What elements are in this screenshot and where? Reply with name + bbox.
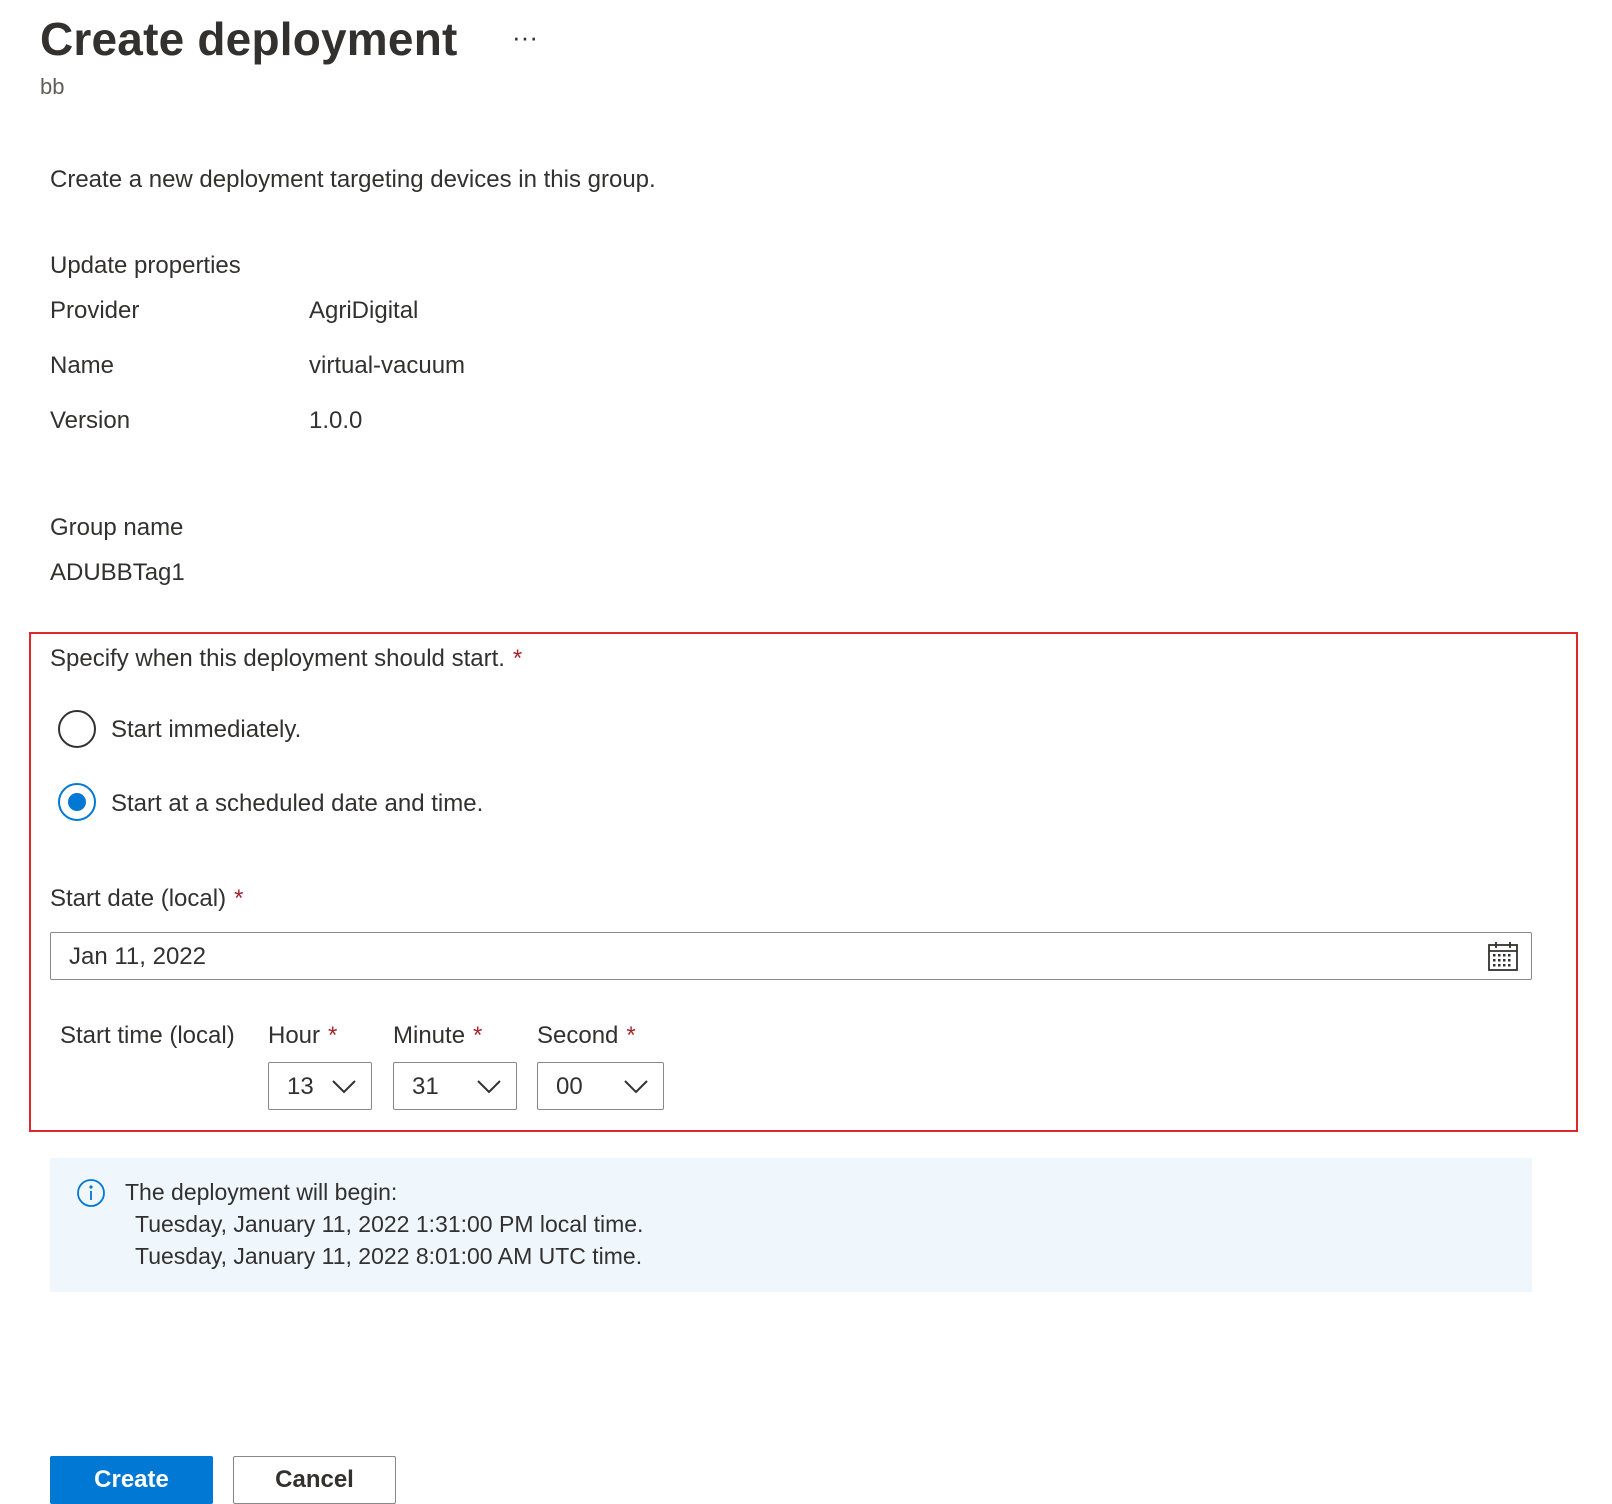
hour-field-label: Hour *	[268, 1022, 337, 1050]
start-date-input[interactable]: Jan 11, 2022	[50, 932, 1532, 980]
more-options-button[interactable]: ···	[512, 22, 538, 53]
hour-dropdown[interactable]: 13	[268, 1062, 372, 1110]
cancel-button[interactable]: Cancel	[233, 1456, 396, 1504]
info-heading: The deployment will begin:	[125, 1179, 398, 1205]
page-title: Create deployment	[40, 13, 458, 65]
chevron-down-icon	[624, 1080, 648, 1094]
start-immediately-label[interactable]: Start immediately.	[111, 716, 301, 744]
version-value: 1.0.0	[309, 407, 363, 434]
required-asterisk: *	[328, 1022, 338, 1049]
required-asterisk: *	[473, 1022, 483, 1049]
minute-field-label: Minute *	[393, 1022, 482, 1050]
start-scheduled-label[interactable]: Start at a scheduled date and time.	[111, 790, 483, 818]
provider-label: Provider	[50, 297, 140, 324]
update-properties-heading: Update properties	[50, 252, 241, 279]
chevron-down-icon	[332, 1080, 356, 1094]
name-value: virtual-vacuum	[309, 352, 466, 379]
page-subtitle: bb	[40, 74, 65, 99]
required-asterisk: *	[234, 885, 244, 912]
start-date-label: Start date (local)	[50, 885, 227, 912]
hour-label: Hour	[268, 1022, 321, 1049]
start-date-field-label: Start date (local) *	[50, 885, 243, 913]
second-dropdown[interactable]: 00	[537, 1062, 664, 1110]
description-text: Create a new deployment targeting device…	[50, 166, 656, 193]
group-name-label: Group name	[50, 514, 184, 541]
hour-value: 13	[287, 1073, 314, 1100]
info-icon	[77, 1179, 105, 1207]
deployment-info-bar: The deployment will begin: Tuesday, Janu…	[50, 1158, 1532, 1292]
start-date-value: Jan 11, 2022	[69, 943, 207, 970]
version-label: Version	[50, 407, 131, 434]
start-time-label: Start time (local)	[60, 1022, 235, 1049]
second-value: 00	[556, 1073, 583, 1100]
required-asterisk: *	[512, 645, 523, 672]
second-label: Second	[537, 1022, 619, 1049]
schedule-question: Specify when this deployment should star…	[50, 645, 522, 673]
required-asterisk: *	[626, 1022, 636, 1049]
provider-value: AgriDigital	[309, 297, 419, 324]
calendar-icon[interactable]	[1487, 940, 1519, 972]
name-label: Name	[50, 352, 115, 379]
chevron-down-icon	[477, 1080, 501, 1094]
second-field-label: Second *	[537, 1022, 636, 1050]
minute-dropdown[interactable]: 31	[393, 1062, 517, 1110]
create-button[interactable]: Create	[50, 1456, 213, 1504]
schedule-highlight-frame	[29, 632, 1578, 1132]
start-immediately-radio[interactable]	[58, 710, 96, 748]
info-local-time: Tuesday, January 11, 2022 1:31:00 PM loc…	[135, 1211, 644, 1237]
minute-label: Minute	[393, 1022, 466, 1049]
minute-value: 31	[412, 1073, 439, 1100]
info-utc-time: Tuesday, January 11, 2022 8:01:00 AM UTC…	[135, 1243, 643, 1269]
schedule-question-text: Specify when this deployment should star…	[50, 645, 505, 672]
start-scheduled-radio[interactable]	[58, 783, 96, 821]
group-name-value: ADUBBTag1	[50, 559, 185, 586]
